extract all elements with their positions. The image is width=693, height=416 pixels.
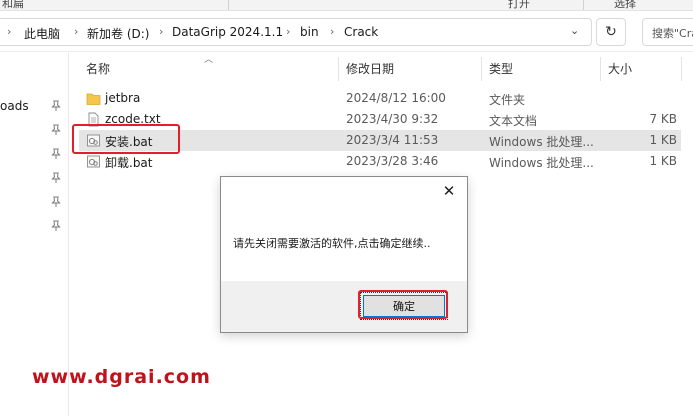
breadcrumb-this-pc[interactable]: 此电脑 <box>24 25 60 42</box>
column-header-name[interactable]: 名称 <box>86 60 110 77</box>
breadcrumb-bin[interactable]: bin <box>300 25 319 39</box>
address-bar[interactable]: › 此电脑 › 新加卷 (D:) › DataGrip 2024.1.1 › b… <box>0 18 592 46</box>
file-type: 文件夹 <box>489 93 526 107</box>
column-header-type[interactable]: 类型 <box>489 60 513 77</box>
ribbon-separator <box>583 0 584 10</box>
navigation-pane: oads <box>0 53 68 416</box>
file-modified: 2023/3/28 3:46 <box>346 154 439 168</box>
chevron-right-icon: › <box>286 25 291 38</box>
file-type: Windows 批处理... <box>489 135 594 149</box>
address-row: › 此电脑 › 新加卷 (D:) › DataGrip 2024.1.1 › b… <box>0 11 693 52</box>
ribbon-item-open[interactable]: 打开 <box>508 0 530 10</box>
pin-icon[interactable] <box>51 100 61 112</box>
column-separator[interactable] <box>481 57 482 81</box>
nav-item-downloads[interactable]: oads <box>0 99 29 113</box>
breadcrumb-crack[interactable]: Crack <box>344 25 378 39</box>
pin-icon[interactable] <box>51 220 61 232</box>
file-name: jetbra <box>105 91 141 105</box>
pin-icon[interactable] <box>51 196 61 208</box>
column-separator[interactable] <box>681 57 682 81</box>
bat-file-icon <box>86 154 101 169</box>
pin-icon[interactable] <box>51 172 61 184</box>
file-size: 1 KB <box>649 154 677 168</box>
chevron-right-icon: › <box>330 25 335 38</box>
file-name: 卸载.bat <box>105 156 153 170</box>
file-type: Windows 批处理... <box>489 156 594 170</box>
ribbon-strip: 和扁 打开 选择 <box>0 0 693 11</box>
folder-icon <box>86 91 101 106</box>
column-separator[interactable] <box>338 57 339 81</box>
file-size: 7 KB <box>649 112 677 126</box>
column-header-size[interactable]: 大小 <box>608 60 632 77</box>
watermark-text: www.dgrai.com <box>32 366 211 388</box>
close-icon[interactable]: ✕ <box>439 181 459 201</box>
file-modified: 2024/8/12 16:00 <box>346 91 446 105</box>
pin-icon[interactable] <box>51 124 61 136</box>
dialog-message: 请先关闭需要激活的软件,点击确定继续.. <box>233 237 431 250</box>
refresh-icon: ↻ <box>605 24 617 40</box>
chevron-right-icon: › <box>159 25 164 38</box>
file-row[interactable]: 卸载.bat 2023/3/28 3:46 Windows 批处理... 1 K… <box>79 151 681 172</box>
highlight-box-install-bat <box>72 124 180 154</box>
sort-up-icon: ︿ <box>204 55 214 65</box>
file-modified: 2023/3/4 11:53 <box>346 133 439 147</box>
breadcrumb-drive-d[interactable]: 新加卷 (D:) <box>87 25 149 42</box>
ribbon-separator <box>228 0 229 10</box>
pane-divider[interactable] <box>68 53 69 416</box>
highlight-box-ok-button <box>358 290 448 319</box>
pin-icon[interactable] <box>51 148 61 160</box>
column-separator[interactable] <box>600 57 601 81</box>
chevron-right-icon: › <box>74 25 79 38</box>
file-row[interactable]: jetbra 2024/8/12 16:00 文件夹 <box>79 88 681 109</box>
search-input[interactable]: 搜索"Cra <box>642 18 693 46</box>
column-header-modified[interactable]: 修改日期 <box>346 60 394 77</box>
chevron-down-icon[interactable]: ⌄ <box>570 24 579 37</box>
ribbon-item[interactable]: 和扁 <box>2 0 24 10</box>
file-size: 1 KB <box>649 133 677 147</box>
file-modified: 2023/4/30 9:32 <box>346 112 439 126</box>
ribbon-item-select[interactable]: 选择 <box>614 0 636 10</box>
refresh-button[interactable]: ↻ <box>596 18 626 46</box>
breadcrumb-datagrip[interactable]: DataGrip 2024.1.1 <box>172 25 283 39</box>
chevron-right-icon: › <box>7 25 12 38</box>
file-type: 文本文档 <box>489 114 538 128</box>
search-placeholder: 搜索"Cra <box>652 27 693 40</box>
